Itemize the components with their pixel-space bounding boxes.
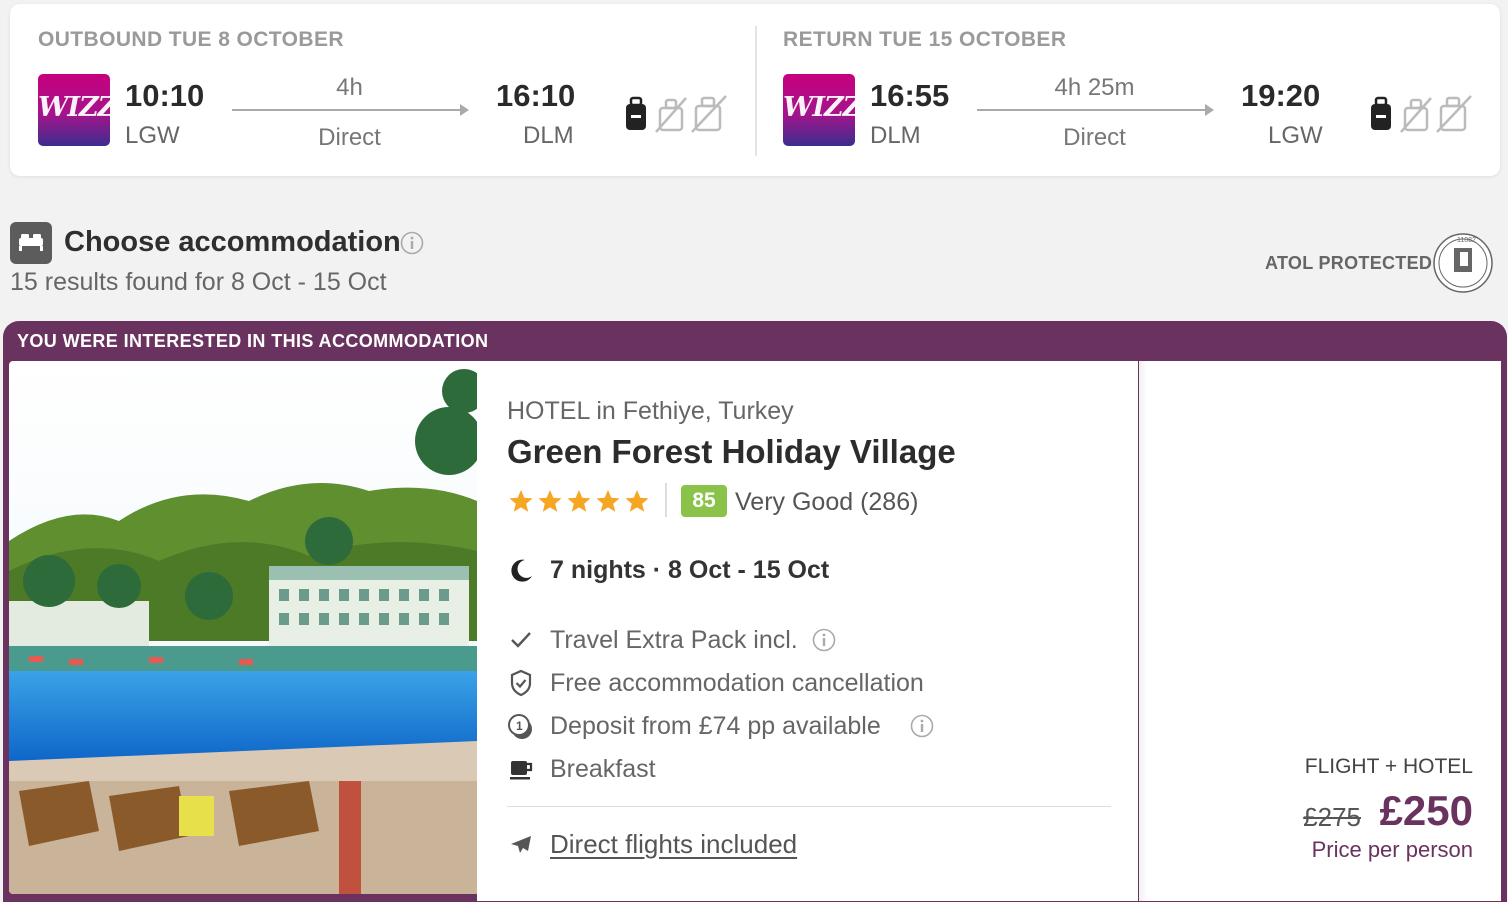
legs-divider — [755, 26, 757, 156]
arrive-time: 16:10 — [496, 78, 576, 113]
no-checked-bag-icon — [655, 97, 687, 133]
details-divider — [507, 806, 1111, 807]
flight-duration: 4h — [336, 74, 363, 101]
flight-stops: Direct — [1063, 124, 1126, 151]
promoted-accommodation-card[interactable]: YOU WERE INTERESTED IN THIS ACCOMMODATIO… — [3, 321, 1507, 902]
rating-divider — [665, 483, 667, 517]
section-title: Choose accommodation — [64, 226, 401, 258]
info-icon[interactable] — [400, 231, 424, 260]
hotel-details: HOTEL in Fethiye, Turkey Green Forest Ho… — [477, 361, 1138, 901]
arrive-code: DLM — [523, 122, 574, 149]
no-hold-bag-icon — [691, 95, 727, 133]
direct-flights-link[interactable]: Direct flights included — [550, 829, 797, 860]
flight-duration: 4h 25m — [1054, 74, 1135, 101]
star-icon — [509, 490, 533, 512]
svg-text:1: 1 — [516, 719, 523, 733]
feature-text: Travel Extra Pack incl. — [550, 626, 798, 654]
return-title: RETURN TUE 15 OCTOBER — [783, 28, 1067, 51]
bed-icon — [10, 222, 52, 264]
review-score-badge: 85 — [681, 485, 727, 517]
arrive-time: 19:20 — [1241, 78, 1321, 113]
info-icon[interactable] — [910, 714, 934, 743]
check-icon — [507, 624, 535, 661]
star-icon — [625, 490, 649, 512]
no-checked-bag-icon — [1400, 97, 1432, 133]
stay-dates: 7 nights · 8 Oct - 15 Oct — [550, 556, 830, 584]
flight-stops: Direct — [318, 124, 381, 151]
svg-text:11082: 11082 — [1457, 237, 1476, 244]
cabin-bag-icon — [626, 96, 646, 130]
hotel-type-location: HOTEL in Fethiye, Turkey — [507, 397, 794, 425]
outbound-title: OUTBOUND TUE 8 OCTOBER — [38, 28, 344, 51]
airline-logo: WIZZ — [38, 74, 110, 146]
baggage-icons — [622, 94, 732, 139]
shield-check-icon — [507, 667, 535, 704]
hotel-photo[interactable] — [9, 361, 477, 894]
feature-text: Deposit from £74 pp available — [550, 712, 881, 740]
baggage-icons — [1367, 94, 1477, 139]
current-price[interactable]: £250 — [1380, 787, 1473, 835]
deposit-coin-icon: 1 — [507, 710, 537, 747]
depart-time: 16:55 — [870, 78, 950, 113]
star-icon — [567, 490, 591, 512]
plane-icon — [507, 831, 535, 864]
atol-label: ATOL PROTECTED — [1265, 253, 1433, 273]
airline-logo: WIZZ — [783, 74, 855, 146]
return-leg: RETURN TUE 15 OCTOBER WIZZ 16:55 DLM 4h … — [783, 4, 1483, 176]
cabin-bag-icon — [1371, 96, 1391, 130]
depart-code: LGW — [125, 122, 180, 149]
arrive-code: LGW — [1268, 122, 1323, 149]
flight-summary-card: OUTBOUND TUE 8 OCTOBER WIZZ 10:10 LGW 4h… — [10, 4, 1500, 176]
hotel-name[interactable]: Green Forest Holiday Village — [507, 433, 956, 471]
feature-text: Breakfast — [550, 755, 656, 783]
star-rating — [507, 487, 652, 522]
atol-protected-icon: 11082 — [1432, 232, 1494, 299]
moon-icon — [507, 557, 535, 590]
info-icon[interactable] — [812, 628, 836, 657]
star-icon — [596, 490, 620, 512]
review-summary[interactable]: Very Good (286) — [735, 488, 918, 517]
package-type-label: FLIGHT + HOTEL — [1304, 755, 1473, 778]
coffee-cup-icon — [507, 753, 535, 790]
price-panel: FLIGHT + HOTEL £275 £250 Price per perso… — [1139, 361, 1501, 901]
feature-text: Free accommodation cancellation — [550, 669, 924, 697]
depart-code: DLM — [870, 122, 921, 149]
depart-time: 10:10 — [125, 78, 205, 113]
outbound-leg: OUTBOUND TUE 8 OCTOBER WIZZ 10:10 LGW 4h… — [38, 4, 738, 176]
route-arrow — [977, 104, 1214, 116]
original-price: £275 — [1303, 802, 1361, 832]
no-hold-bag-icon — [1436, 95, 1472, 133]
results-count: 15 results found for 8 Oct - 15 Oct — [10, 268, 387, 296]
route-arrow — [232, 104, 469, 116]
price-per-person-label: Price per person — [1311, 837, 1473, 862]
star-icon — [538, 490, 562, 512]
promo-label: YOU WERE INTERESTED IN THIS ACCOMMODATIO… — [17, 331, 489, 351]
